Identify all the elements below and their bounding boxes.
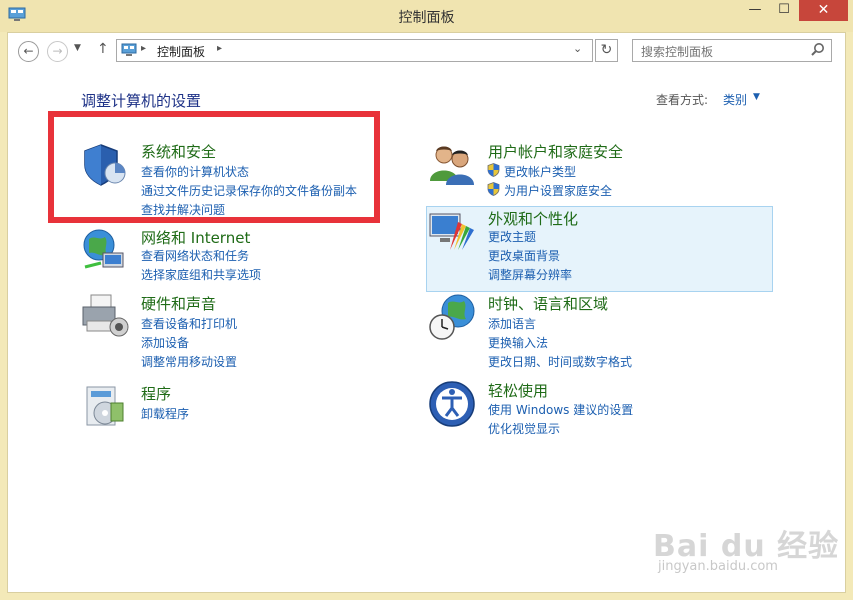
- link-change-desktop-background[interactable]: 更改桌面背景: [488, 247, 560, 264]
- control-panel-icon: [121, 43, 137, 56]
- link-network-status[interactable]: 查看网络状态和任务: [141, 247, 249, 264]
- category-title[interactable]: 时钟、语言和区域: [488, 293, 608, 314]
- address-dropdown-button[interactable]: ⌄: [573, 42, 582, 55]
- back-button[interactable]: ←: [18, 41, 39, 62]
- link-add-device[interactable]: 添加设备: [141, 334, 189, 351]
- chevron-down-icon[interactable]: ▼: [753, 92, 760, 102]
- view-by-label: 查看方式:: [656, 93, 709, 107]
- breadcrumb-separator[interactable]: ▸: [141, 43, 146, 54]
- maximize-button[interactable]: ☐: [771, 0, 797, 21]
- highlight-annotation-box: [48, 111, 380, 223]
- users-icon: [430, 146, 474, 185]
- refresh-button[interactable]: ↻: [595, 39, 618, 62]
- category-title[interactable]: 外观和个性化: [488, 208, 578, 229]
- window-title: 控制面板: [398, 10, 455, 26]
- category-hardware-sound: 硬件和声音 查看设备和打印机 添加设备 调整常用移动设置: [81, 293, 381, 369]
- category-title[interactable]: 网络和 Internet: [141, 227, 250, 248]
- minimize-button[interactable]: —: [742, 0, 768, 21]
- view-by-dropdown[interactable]: 类别: [723, 91, 747, 108]
- link-change-account-type[interactable]: 更改帐户类型: [504, 163, 576, 180]
- printer-icon: [82, 294, 129, 337]
- link-family-safety[interactable]: 为用户设置家庭安全: [504, 182, 612, 199]
- close-button[interactable]: ✕: [799, 0, 848, 21]
- link-add-language[interactable]: 添加语言: [488, 315, 536, 332]
- window-content: ← → ▼ ↑ ▸ 控制面板 ▸ ⌄ ↻ 调整计算机的设置 查看方式: 类别 ▼…: [7, 32, 846, 593]
- search-input[interactable]: [632, 39, 832, 62]
- category-appearance: 外观和个性化 更改主题 更改桌面背景 调整屏幕分辨率: [428, 208, 768, 283]
- address-bar[interactable]: ▸ 控制面板 ▸ ⌄: [116, 39, 593, 62]
- watermark-url: jingyan.baidu.com: [658, 559, 778, 574]
- ease-of-access-icon: [429, 381, 475, 427]
- category-ease-of-access: 轻松使用 使用 Windows 建议的设置 优化视觉显示: [428, 380, 768, 436]
- link-change-input-method[interactable]: 更换输入法: [488, 334, 548, 351]
- link-change-date-time-format[interactable]: 更改日期、时间或数字格式: [488, 353, 632, 370]
- search-icon[interactable]: [810, 42, 826, 58]
- uac-shield-icon: [487, 182, 500, 196]
- link-devices-printers[interactable]: 查看设备和打印机: [141, 315, 237, 332]
- category-title[interactable]: 用户帐户和家庭安全: [488, 141, 623, 162]
- title-bar: 控制面板 — ☐ ✕: [0, 0, 853, 32]
- page-title: 调整计算机的设置: [81, 92, 202, 110]
- forward-button[interactable]: →: [47, 41, 68, 62]
- clock-globe-icon: [429, 294, 475, 340]
- category-clock-language-region: 时钟、语言和区域 添加语言 更换输入法 更改日期、时间或数字格式: [428, 293, 768, 369]
- link-uninstall-program[interactable]: 卸载程序: [141, 405, 189, 422]
- breadcrumb-separator[interactable]: ▸: [217, 43, 222, 54]
- link-windows-recommended-settings[interactable]: 使用 Windows 建议的设置: [488, 401, 633, 418]
- appearance-icon: [429, 213, 474, 250]
- up-button[interactable]: ↑: [97, 41, 109, 57]
- category-title[interactable]: 程序: [141, 383, 171, 404]
- network-icon: [83, 229, 124, 269]
- category-programs: 程序 卸载程序: [81, 383, 381, 431]
- recent-locations-button[interactable]: ▼: [74, 43, 81, 53]
- category-user-accounts: 用户帐户和家庭安全 更改帐户类型 为用户设置家庭安全: [428, 141, 768, 199]
- uac-shield-icon: [487, 163, 500, 177]
- link-adjust-resolution[interactable]: 调整屏幕分辨率: [488, 266, 572, 283]
- programs-icon: [86, 386, 124, 426]
- link-change-theme[interactable]: 更改主题: [488, 228, 536, 245]
- link-optimize-visual-display[interactable]: 优化视觉显示: [488, 420, 560, 437]
- breadcrumb-control-panel[interactable]: 控制面板: [157, 43, 205, 60]
- category-title[interactable]: 轻松使用: [488, 380, 548, 401]
- link-homegroup-sharing[interactable]: 选择家庭组和共享选项: [141, 266, 261, 283]
- category-network-internet: 网络和 Internet 查看网络状态和任务 选择家庭组和共享选项: [81, 227, 381, 282]
- link-mobility-settings[interactable]: 调整常用移动设置: [141, 353, 237, 370]
- category-title[interactable]: 硬件和声音: [141, 293, 216, 314]
